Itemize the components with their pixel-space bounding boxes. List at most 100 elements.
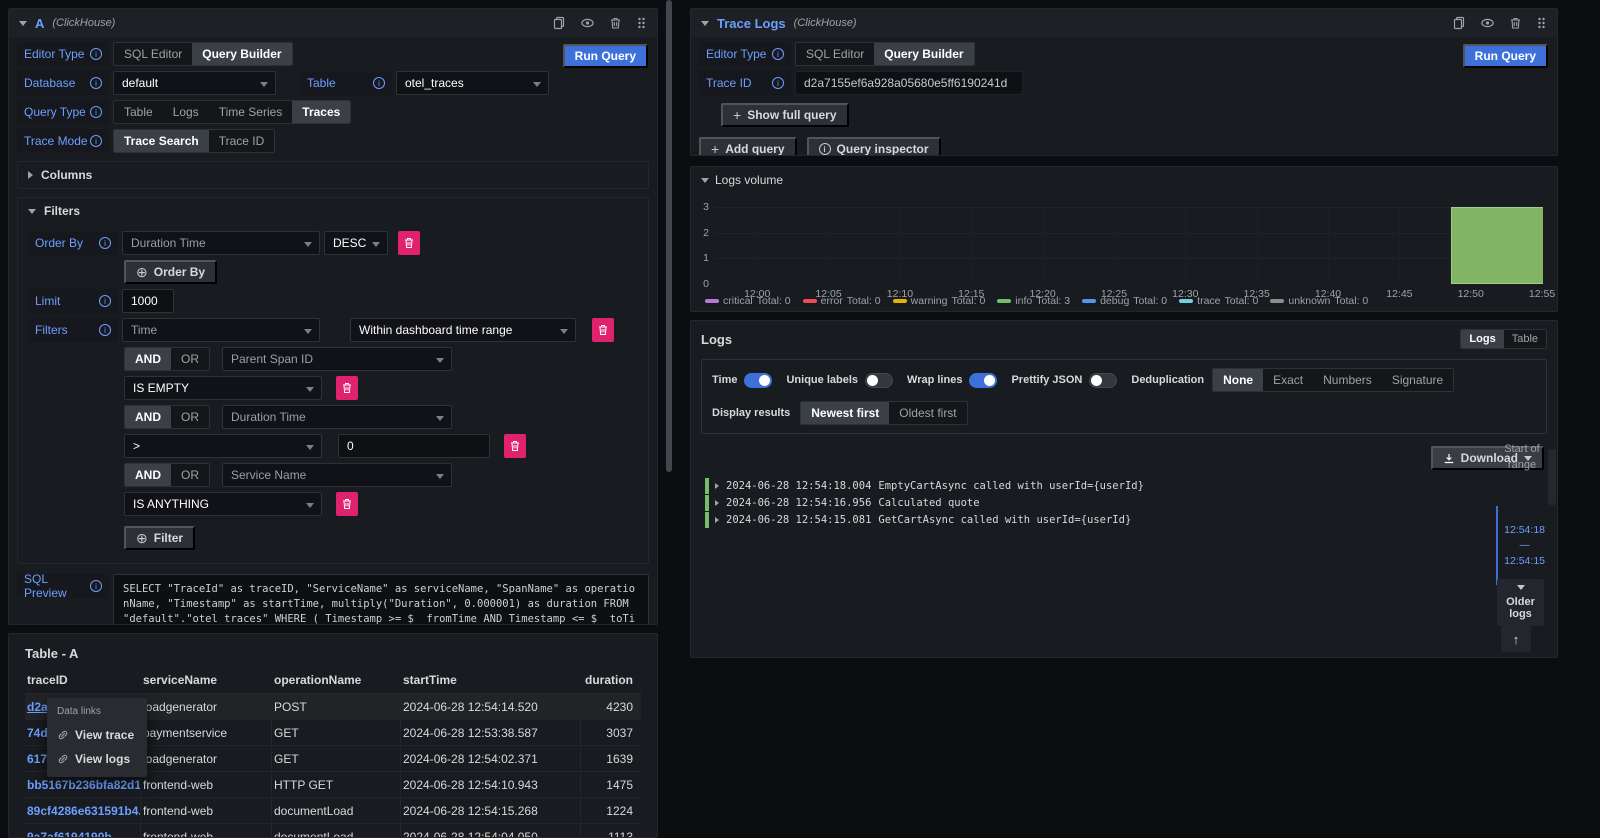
legend-item-warning[interactable]: warningTotal: 0	[893, 295, 986, 307]
dedup-signature[interactable]: Signature	[1382, 369, 1453, 391]
add-query-button[interactable]: +Add query	[699, 137, 797, 156]
remove-condition-button[interactable]	[504, 434, 526, 458]
bool-or[interactable]: OR	[171, 406, 209, 428]
trace-id-input[interactable]	[795, 71, 1023, 95]
query-type-logs[interactable]: Logs	[163, 101, 209, 123]
bool-and[interactable]: AND	[125, 406, 171, 428]
info-icon[interactable]	[90, 106, 102, 118]
older-logs-button[interactable]: Older logs	[1497, 579, 1544, 626]
editor-type-query-builder[interactable]: Query Builder	[192, 43, 291, 65]
info-icon[interactable]	[90, 77, 102, 89]
info-icon[interactable]	[99, 324, 111, 336]
display-oldest-first[interactable]: Oldest first	[889, 402, 966, 424]
editor-type-sql-editor[interactable]: SQL Editor	[114, 43, 192, 65]
info-icon[interactable]	[772, 48, 784, 60]
column-header-duration[interactable]: duration	[581, 669, 641, 693]
context-menu-item-view-logs[interactable]: View logs	[47, 747, 147, 771]
copy-icon[interactable]	[552, 16, 566, 30]
remove-order-by-button[interactable]	[398, 231, 420, 255]
database-select[interactable]: default	[113, 71, 276, 95]
trace-id-link[interactable]: 9a7af6194190b...	[25, 824, 141, 838]
expand-log-icon[interactable]	[715, 483, 719, 489]
scroll-to-top-button[interactable]: ↑	[1501, 626, 1531, 652]
query-type-traces[interactable]: Traces	[292, 101, 350, 123]
table-select[interactable]: otel_traces	[396, 71, 549, 95]
info-icon[interactable]	[90, 135, 102, 147]
info-icon[interactable]	[373, 77, 385, 89]
collapse-icon[interactable]	[19, 21, 27, 26]
legend-item-debug[interactable]: debugTotal: 0	[1082, 295, 1167, 307]
filter-field-select[interactable]: Time	[122, 318, 320, 342]
log-row[interactable]: 2024-06-28 12:54:18.004EmptyCartAsync ca…	[705, 478, 1557, 494]
log-row[interactable]: 2024-06-28 12:54:15.081GetCartAsync call…	[705, 512, 1557, 528]
trash-icon[interactable]	[1509, 16, 1522, 30]
trace-mode-trace-id[interactable]: Trace ID	[209, 130, 275, 152]
editor-type-query-builder[interactable]: Query Builder	[874, 43, 973, 65]
scrollbar[interactable]	[666, 0, 672, 472]
add-order-by-button[interactable]: ⊕Order By	[124, 260, 217, 284]
context-menu-item-view-trace[interactable]: View trace	[47, 723, 147, 747]
view-table[interactable]: Table	[1504, 330, 1546, 348]
collapse-icon[interactable]	[701, 21, 709, 26]
legend-item-info[interactable]: infoTotal: 3	[997, 295, 1070, 307]
column-header-serviceName[interactable]: serviceName	[141, 669, 272, 693]
order-by-direction-select[interactable]: DESC	[324, 231, 388, 255]
dedup-exact[interactable]: Exact	[1263, 369, 1313, 391]
toggle-switch[interactable]	[865, 373, 893, 388]
trace-id-link[interactable]: 89cf4286e631591b4...	[25, 798, 141, 823]
add-filter-button[interactable]: ⊕Filter	[124, 526, 195, 550]
condition-operator-select[interactable]: >	[124, 434, 322, 458]
column-header-traceID[interactable]: traceID	[25, 669, 141, 693]
bool-or[interactable]: OR	[171, 348, 209, 370]
legend-item-critical[interactable]: criticalTotal: 0	[705, 295, 791, 307]
condition-field-select[interactable]: Service Name	[222, 463, 452, 487]
dedup-none[interactable]: None	[1213, 369, 1263, 391]
filter-value-select[interactable]: Within dashboard time range	[350, 318, 576, 342]
remove-condition-button[interactable]	[336, 376, 358, 400]
toggle-switch[interactable]	[969, 373, 997, 388]
display-newest-first[interactable]: Newest first	[801, 402, 889, 424]
condition-field-select[interactable]: Duration Time	[222, 405, 452, 429]
drag-handle-icon[interactable]	[1536, 16, 1547, 30]
copy-icon[interactable]	[1452, 16, 1466, 30]
column-header-startTime[interactable]: startTime	[401, 669, 581, 693]
query-inspector-button[interactable]: Query inspector	[807, 137, 941, 156]
view-logs[interactable]: Logs	[1461, 330, 1503, 348]
info-icon[interactable]	[90, 580, 102, 592]
logs-scrollbar[interactable]	[1548, 449, 1556, 505]
drag-handle-icon[interactable]	[636, 16, 647, 30]
info-icon[interactable]	[99, 295, 111, 307]
bool-or[interactable]: OR	[171, 464, 209, 486]
condition-field-select[interactable]: Parent Span ID	[222, 347, 452, 371]
log-row[interactable]: 2024-06-28 12:54:16.956Calculated quote	[705, 495, 1557, 511]
query-type-table[interactable]: Table	[114, 101, 163, 123]
info-icon[interactable]	[90, 48, 102, 60]
show-full-query-button[interactable]: +Show full query	[721, 103, 849, 127]
condition-value-input[interactable]	[338, 434, 490, 458]
info-icon[interactable]	[99, 237, 111, 249]
expand-log-icon[interactable]	[715, 500, 719, 506]
condition-operator-select[interactable]: IS ANYTHING	[124, 492, 322, 516]
bool-and[interactable]: AND	[125, 348, 171, 370]
columns-section-header[interactable]: Columns	[18, 162, 648, 188]
legend-item-trace[interactable]: traceTotal: 0	[1179, 295, 1258, 307]
trash-icon[interactable]	[609, 16, 622, 30]
editor-type-sql-editor[interactable]: SQL Editor	[796, 43, 874, 65]
panel-title[interactable]: Trace Logs	[717, 16, 786, 31]
query-type-time-series[interactable]: Time Series	[209, 101, 293, 123]
toggle-switch[interactable]	[1089, 373, 1117, 388]
dedup-numbers[interactable]: Numbers	[1313, 369, 1382, 391]
bool-and[interactable]: AND	[125, 464, 171, 486]
range-time[interactable]: 12:54:18	[1504, 524, 1545, 536]
remove-filter-button[interactable]	[592, 318, 614, 342]
order-by-field-select[interactable]: Duration Time	[122, 231, 320, 255]
range-time[interactable]: 12:54:15	[1504, 555, 1545, 567]
condition-operator-select[interactable]: IS EMPTY	[124, 376, 322, 400]
expand-log-icon[interactable]	[715, 517, 719, 523]
limit-input[interactable]	[122, 289, 174, 313]
legend-item-unknown[interactable]: unknownTotal: 0	[1270, 295, 1368, 307]
trace-mode-trace-search[interactable]: Trace Search	[114, 130, 209, 152]
run-query-button[interactable]: Run Query	[1463, 44, 1548, 68]
filters-section-header[interactable]: Filters	[18, 198, 648, 224]
run-query-button[interactable]: Run Query	[563, 44, 648, 68]
